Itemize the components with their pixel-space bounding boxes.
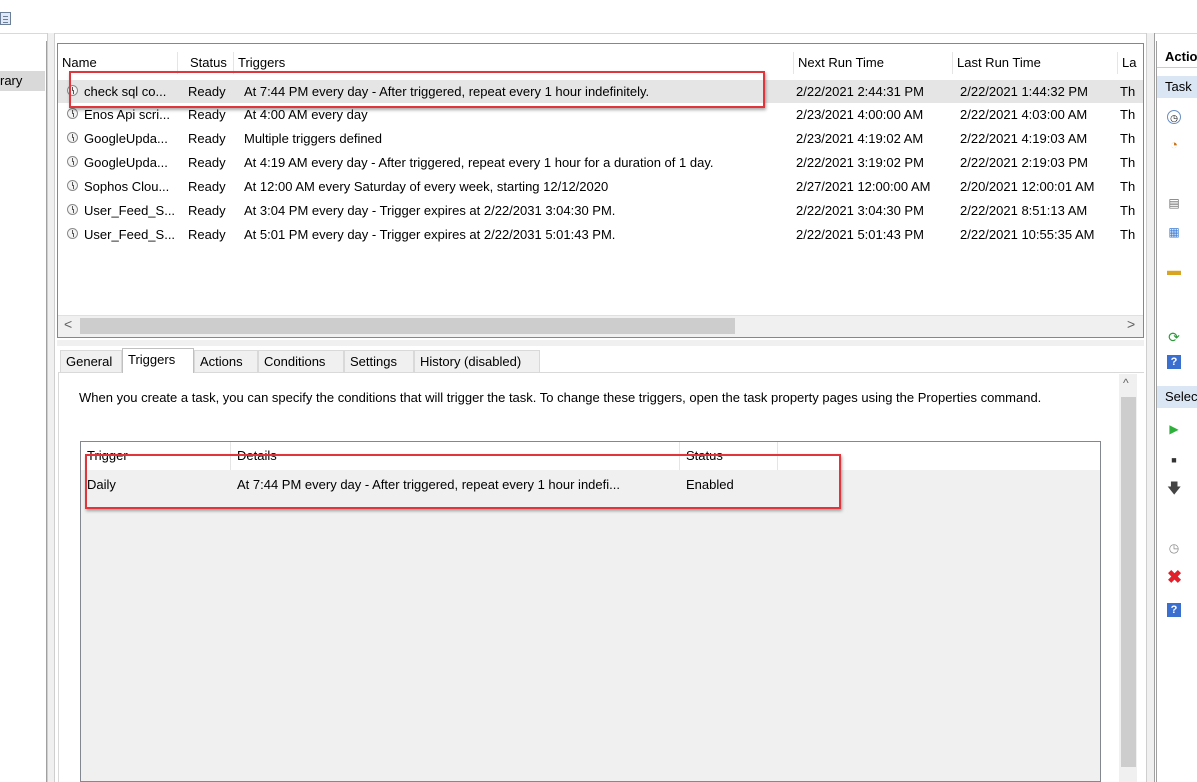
task-cell-extra: Th (1120, 84, 1136, 99)
column-last-run-time[interactable]: Last Run Time (953, 52, 1118, 74)
delete-icon[interactable]: ✖ (1167, 568, 1182, 586)
column-next-run-time[interactable]: Next Run Time (794, 52, 953, 74)
task-cell-extra: Th (1120, 227, 1136, 242)
task-row[interactable]: GoogleUpda... Ready Multiple triggers defi… (58, 127, 1143, 150)
tab-history[interactable]: History (disabled) (414, 350, 540, 372)
task-cell-triggers: At 12:00 AM every Saturday of every week… (244, 179, 609, 194)
task-cell-next: 2/22/2021 5:01:43 PM (796, 227, 924, 242)
tab-settings[interactable]: Settings (344, 350, 414, 372)
task-cell-status: Ready (188, 131, 226, 146)
left-splitter[interactable] (47, 33, 55, 782)
create-task-icon[interactable]: ◔ (1167, 138, 1181, 152)
task-clock-icon (67, 108, 78, 119)
task-cell-name: User_Feed_S... (84, 203, 176, 218)
task-cell-last: 2/22/2021 4:03:00 AM (960, 107, 1088, 122)
highlight-box-trigger (85, 454, 841, 509)
task-cell-extra: Th (1120, 203, 1136, 218)
help-icon-selected[interactable]: ? (1167, 603, 1181, 617)
task-cell-status: Ready (188, 203, 226, 218)
task-cell-status: Ready (188, 227, 226, 242)
task-cell-last: 2/22/2021 10:55:35 AM (960, 227, 1095, 242)
task-row[interactable]: User_Feed_S... Ready At 3:04 PM every day … (58, 199, 1143, 222)
task-cell-last: 2/22/2021 8:51:13 AM (960, 203, 1088, 218)
task-cell-next: 2/22/2021 3:19:02 PM (796, 155, 924, 170)
task-row[interactable]: GoogleUpda... Ready At 4:19 AM every day -… (58, 151, 1143, 174)
task-clock-icon (67, 132, 78, 143)
create-basic-task-icon[interactable]: ◷ (1167, 110, 1181, 124)
tab-general[interactable]: General (60, 350, 122, 372)
task-clock-icon (67, 204, 78, 215)
task-cell-last: 2/22/2021 2:19:03 PM (960, 155, 1088, 170)
task-cell-extra: Th (1120, 179, 1136, 194)
scroll-left-arrow[interactable]: < (64, 316, 72, 332)
library-tree-pane (0, 41, 47, 782)
actions-section-selected-item[interactable]: Selec (1157, 386, 1197, 408)
scroll-up-arrow[interactable]: ^ (1123, 376, 1129, 390)
tree-item-label: rary (0, 73, 23, 88)
panel-scroll-thumb[interactable] (1121, 397, 1136, 767)
import-task-icon[interactable]: ▤ (1167, 196, 1181, 210)
task-cell-next: 2/22/2021 3:04:30 PM (796, 203, 924, 218)
view-icon[interactable] (0, 12, 11, 25)
properties-icon[interactable]: ◷ (1167, 541, 1181, 555)
highlight-box-task (69, 71, 765, 108)
disable-icon[interactable]: 🡇 (1167, 481, 1181, 495)
task-cell-triggers: Multiple triggers defined (244, 131, 383, 146)
task-cell-name: GoogleUpda... (84, 131, 168, 146)
task-cell-status: Ready (188, 179, 226, 194)
task-clock-icon (67, 180, 78, 191)
actions-pane: Actio Task ◷ ◔ ▤ ▦ ▬ ⟳ ? Selec ▶ ■ 🡇 ◷ ✖… (1156, 41, 1197, 782)
scroll-thumb[interactable] (80, 318, 735, 334)
task-cell-status: Ready (188, 155, 226, 170)
display-running-icon[interactable]: ▦ (1167, 225, 1181, 239)
new-folder-icon[interactable]: ▬ (1167, 263, 1181, 277)
task-row[interactable]: User_Feed_S... Ready At 5:01 PM every day … (58, 223, 1143, 246)
task-clock-icon (67, 228, 78, 239)
task-cell-next: 2/22/2021 2:44:31 PM (796, 84, 924, 99)
task-cell-last: 2/20/2021 12:00:01 AM (960, 179, 1095, 194)
column-last-result[interactable]: La (1118, 52, 1143, 74)
tab-triggers[interactable]: Triggers (122, 348, 194, 373)
task-cell-triggers: At 5:01 PM every day - Trigger expires a… (244, 227, 616, 242)
horizontal-splitter[interactable] (57, 340, 1144, 346)
scroll-right-arrow[interactable]: > (1127, 316, 1135, 332)
help-icon[interactable]: ? (1167, 355, 1181, 369)
tab-conditions[interactable]: Conditions (258, 350, 344, 372)
task-row[interactable]: Sophos Clou... Ready At 12:00 AM every Sat… (58, 175, 1143, 198)
refresh-icon[interactable]: ⟳ (1167, 330, 1181, 344)
task-cell-last: 2/22/2021 1:44:32 PM (960, 84, 1088, 99)
task-cell-next: 2/23/2021 4:00:00 AM (796, 107, 924, 122)
triggers-description: When you create a task, you can specify … (79, 390, 1042, 405)
task-cell-last: 2/22/2021 4:19:03 AM (960, 131, 1088, 146)
tab-actions[interactable]: Actions (194, 350, 258, 372)
end-icon[interactable]: ■ (1167, 453, 1181, 467)
actions-section-task-library[interactable]: Task (1157, 76, 1197, 98)
task-cell-extra: Th (1120, 155, 1136, 170)
task-cell-next: 2/27/2021 12:00:00 AM (796, 179, 931, 194)
task-cell-triggers: At 4:19 AM every day - After triggered, … (244, 155, 714, 170)
actions-title: Actio (1157, 46, 1197, 68)
toolbar (0, 0, 1197, 34)
tree-item-task-scheduler-library[interactable]: rary (0, 71, 45, 91)
task-cell-extra: Th (1120, 107, 1136, 122)
task-clock-icon (67, 156, 78, 167)
task-cell-triggers: At 3:04 PM every day - Trigger expires a… (244, 203, 616, 218)
run-icon[interactable]: ▶ (1167, 422, 1181, 436)
task-cell-next: 2/23/2021 4:19:02 AM (796, 131, 924, 146)
task-cell-extra: Th (1120, 131, 1136, 146)
task-cell-name: Sophos Clou... (84, 179, 170, 194)
task-cell-name: GoogleUpda... (84, 155, 168, 170)
right-splitter[interactable] (1146, 33, 1155, 782)
task-cell-name: User_Feed_S... (84, 227, 176, 242)
